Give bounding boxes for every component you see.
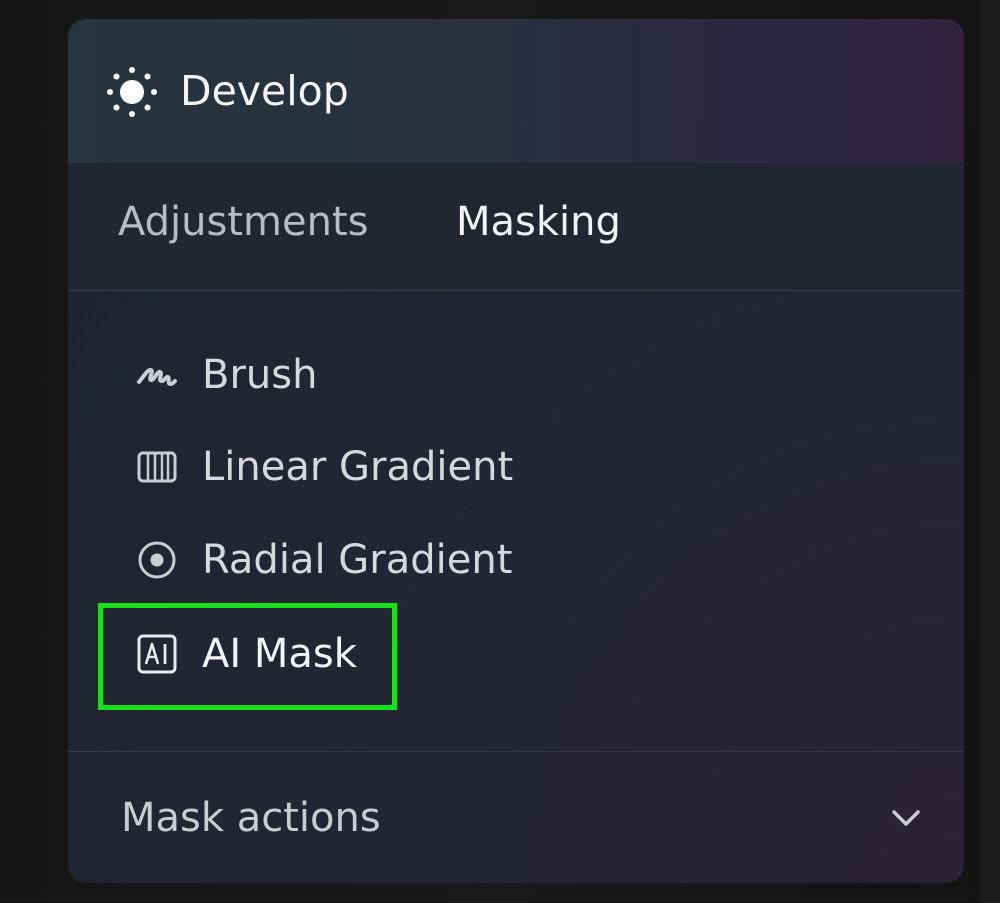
linear-gradient-icon xyxy=(137,451,177,483)
sun-icon xyxy=(107,67,157,117)
window-edge xyxy=(980,0,1000,903)
panel-title: Develop xyxy=(180,67,349,115)
brush-icon xyxy=(137,367,177,387)
panel-header: Develop xyxy=(68,19,964,163)
tab-bar: Adjustments Masking xyxy=(68,163,964,291)
radial-gradient-icon xyxy=(138,541,176,579)
tool-brush-label: Brush xyxy=(202,352,318,398)
chevron-down-icon[interactable] xyxy=(886,800,926,836)
mask-actions-label: Mask actions xyxy=(121,795,381,841)
tool-radial-gradient-label: Radial Gradient xyxy=(202,537,513,583)
tab-adjustments[interactable]: Adjustments xyxy=(118,194,369,250)
tab-masking[interactable]: Masking xyxy=(456,194,621,250)
mask-actions-dropdown[interactable]: Mask actions xyxy=(68,752,964,883)
selection-highlight xyxy=(98,603,397,710)
tool-linear-gradient-label: Linear Gradient xyxy=(202,444,514,490)
develop-panel: Develop Adjustments Masking Brush Linear… xyxy=(68,19,964,883)
